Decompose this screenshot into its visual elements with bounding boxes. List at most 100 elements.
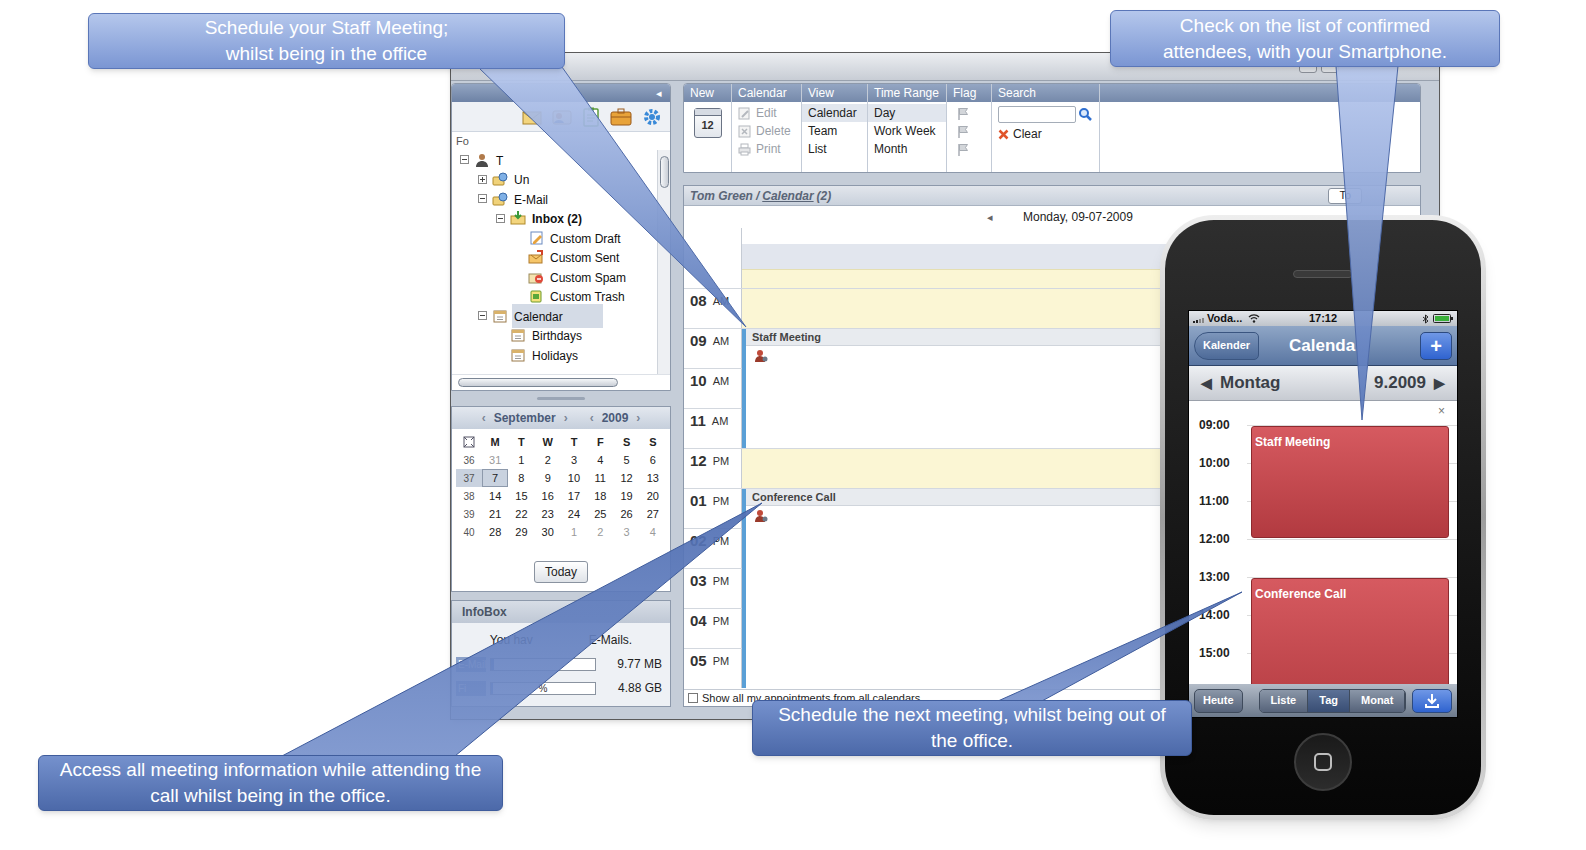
contacts-module-icon[interactable] bbox=[552, 108, 572, 126]
next-year-button[interactable]: › bbox=[636, 409, 640, 427]
day-cell[interactable]: 17 bbox=[561, 487, 587, 505]
day-cell[interactable]: 13 bbox=[640, 469, 666, 487]
prev-month-button[interactable]: ‹ bbox=[482, 409, 486, 427]
panel-splitter[interactable] bbox=[451, 391, 671, 406]
day-cell[interactable]: 20 bbox=[640, 487, 666, 505]
day-number[interactable]: 25 bbox=[594, 506, 606, 523]
next-month-button[interactable]: › bbox=[564, 409, 568, 427]
mail-module-icon[interactable] bbox=[522, 108, 542, 126]
day-number[interactable]: 16 bbox=[542, 488, 554, 505]
tree-toggle[interactable] bbox=[478, 194, 492, 204]
prev-year-button[interactable]: ‹ bbox=[590, 409, 594, 427]
search-icon[interactable] bbox=[1078, 107, 1092, 121]
day-cell[interactable]: 30 bbox=[535, 523, 561, 541]
tree-item[interactable]: Custom Spam bbox=[452, 267, 657, 287]
tree-item[interactable]: Calendar bbox=[452, 306, 657, 326]
tree-label[interactable]: Holidays bbox=[530, 343, 580, 367]
day-cell[interactable]: 2 bbox=[535, 451, 561, 469]
download-icon[interactable] bbox=[1412, 689, 1452, 713]
day-cell[interactable]: 25 bbox=[587, 505, 613, 523]
day-number[interactable]: 1 bbox=[571, 524, 577, 541]
day-number[interactable]: 11 bbox=[595, 470, 606, 487]
toolbar-option[interactable]: Month bbox=[868, 140, 946, 158]
day-number[interactable]: 14 bbox=[489, 488, 501, 505]
phone-event[interactable]: Conference Call bbox=[1251, 578, 1449, 684]
attendee-icon[interactable] bbox=[754, 509, 768, 523]
search-field[interactable] bbox=[998, 106, 1076, 123]
day-number[interactable]: 4 bbox=[650, 524, 656, 541]
settings-gear-icon[interactable] bbox=[642, 107, 662, 127]
new-appointment-button[interactable]: 12 bbox=[694, 108, 722, 138]
tree-toggle[interactable] bbox=[460, 155, 474, 165]
day-number[interactable]: 24 bbox=[568, 506, 580, 523]
day-cell[interactable]: 5 bbox=[613, 451, 639, 469]
view-segment[interactable]: Monat bbox=[1350, 690, 1405, 712]
folder-name[interactable]: Custom Sent bbox=[550, 251, 619, 265]
folder-name[interactable]: Inbox (2) bbox=[532, 212, 582, 226]
tree-item[interactable]: Custom Sent bbox=[452, 248, 657, 268]
day-number[interactable]: 26 bbox=[620, 506, 632, 523]
day-cell[interactable]: 10 bbox=[561, 469, 587, 487]
day-number[interactable]: 18 bbox=[594, 488, 606, 505]
folder-name[interactable]: Birthdays bbox=[532, 329, 582, 343]
previous-day-button[interactable]: ◀ bbox=[1201, 373, 1212, 394]
day-cell[interactable]: 3 bbox=[561, 451, 587, 469]
day-number[interactable]: 19 bbox=[620, 488, 632, 505]
portal-module-icon[interactable] bbox=[610, 108, 632, 126]
add-event-button[interactable]: + bbox=[1420, 332, 1452, 360]
option-label[interactable]: Day bbox=[874, 104, 895, 122]
day-cell[interactable]: 22 bbox=[508, 505, 534, 523]
day-number[interactable]: 29 bbox=[515, 524, 527, 541]
view-segment[interactable]: Tag bbox=[1308, 690, 1350, 712]
day-cell[interactable]: 1 bbox=[561, 523, 587, 541]
back-button[interactable]: Kalender bbox=[1194, 332, 1259, 360]
day-cell[interactable]: 4 bbox=[640, 523, 666, 541]
day-number[interactable]: 3 bbox=[571, 452, 577, 469]
folder-name[interactable]: T bbox=[496, 154, 503, 168]
day-number[interactable]: 5 bbox=[624, 452, 630, 469]
day-number[interactable]: 7 bbox=[492, 470, 498, 487]
week-number[interactable]: 39 bbox=[456, 505, 482, 523]
day-cell[interactable]: 19 bbox=[613, 487, 639, 505]
tasks-module-icon[interactable] bbox=[582, 107, 600, 127]
tree-label[interactable]: Calendar bbox=[512, 304, 603, 328]
folder-name[interactable]: Un bbox=[514, 173, 529, 187]
folder-name[interactable]: Custom Spam bbox=[550, 271, 626, 285]
day-number[interactable]: 4 bbox=[597, 452, 603, 469]
day-cell[interactable]: 24 bbox=[561, 505, 587, 523]
tree-label[interactable]: T bbox=[494, 150, 505, 172]
option-label[interactable]: Month bbox=[874, 140, 907, 158]
tree-toggle[interactable] bbox=[478, 174, 492, 184]
tree-label[interactable]: Custom Draft bbox=[548, 226, 623, 250]
toolbar-option[interactable]: Calendar bbox=[802, 104, 867, 122]
calendar-folder-link[interactable]: Calendar bbox=[762, 187, 813, 205]
day-number[interactable]: 12 bbox=[620, 470, 632, 487]
day-number[interactable]: 22 bbox=[515, 506, 527, 523]
close-button[interactable]: × bbox=[1438, 402, 1445, 420]
tree-label[interactable]: Un bbox=[512, 167, 531, 191]
day-cell[interactable]: 3 bbox=[613, 523, 639, 541]
today-button[interactable]: Today bbox=[534, 561, 588, 583]
option-label[interactable]: Team bbox=[808, 122, 837, 140]
today-button[interactable]: To bbox=[1328, 188, 1362, 204]
day-cell[interactable]: 8 bbox=[508, 469, 534, 487]
day-number[interactable]: 28 bbox=[489, 524, 501, 541]
day-number[interactable]: 13 bbox=[647, 470, 659, 487]
hscroll-thumb[interactable] bbox=[458, 378, 618, 387]
folder-name[interactable]: E-Mail bbox=[514, 193, 548, 207]
clear-x-icon[interactable] bbox=[998, 129, 1009, 140]
day-cell[interactable]: 6 bbox=[640, 451, 666, 469]
tree-item[interactable]: Inbox (2) bbox=[452, 209, 657, 229]
day-cell[interactable]: 16 bbox=[535, 487, 561, 505]
option-label[interactable]: List bbox=[808, 140, 827, 158]
tree-item[interactable]: E-Mail bbox=[452, 189, 657, 209]
day-cell[interactable]: 1 bbox=[508, 451, 534, 469]
day-number[interactable]: 6 bbox=[650, 452, 656, 469]
toolbar-option[interactable]: Work Week bbox=[868, 122, 946, 140]
week-number[interactable]: 40 bbox=[456, 523, 482, 541]
day-cell[interactable]: 28 bbox=[482, 523, 508, 541]
show-all-checkbox[interactable] bbox=[688, 693, 698, 703]
day-number[interactable]: 30 bbox=[542, 524, 554, 541]
day-number[interactable]: 2 bbox=[597, 524, 603, 541]
day-cell[interactable]: 31 bbox=[482, 451, 508, 469]
